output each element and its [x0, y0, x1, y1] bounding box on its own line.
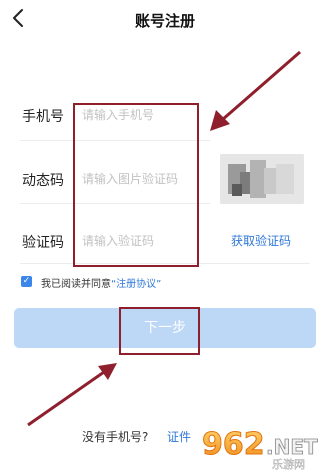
watermark-logo: 962 .NET 乐游网: [196, 418, 330, 471]
svg-text:乐游网: 乐游网: [272, 458, 305, 471]
arrow-icon: [27, 50, 301, 427]
svg-text:.NET: .NET: [266, 435, 318, 459]
svg-text:962: 962: [202, 427, 265, 462]
annotation-arrows: [27, 50, 301, 427]
